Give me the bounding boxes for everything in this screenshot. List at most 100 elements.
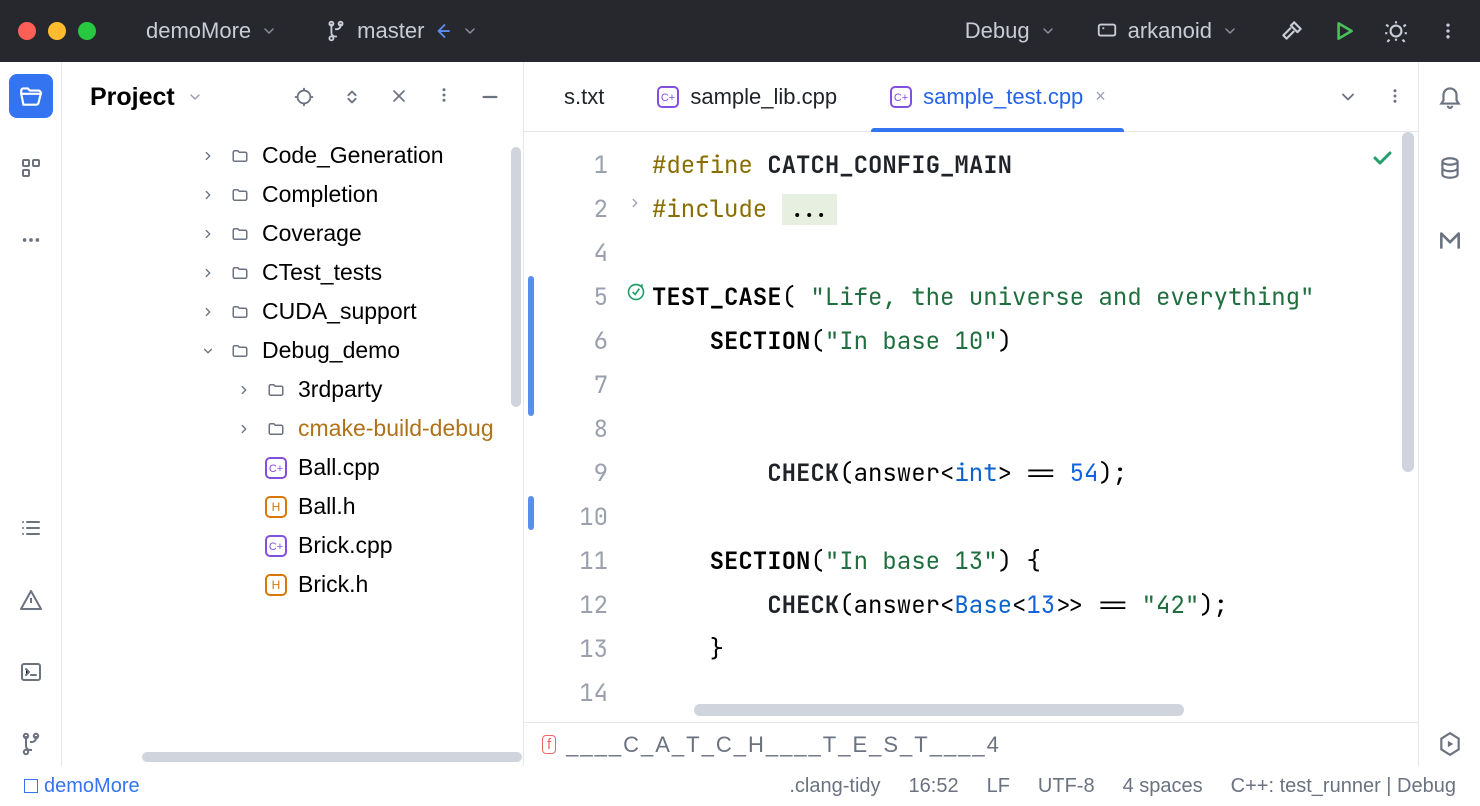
line-number[interactable]: 6 <box>524 320 608 364</box>
run-target-selector[interactable]: arkanoid <box>1086 12 1248 50</box>
file-icon <box>264 420 288 438</box>
tree-chevron[interactable] <box>198 305 218 319</box>
services-tool[interactable] <box>1428 722 1472 766</box>
tree-item[interactable]: cmake-build-debug <box>62 409 523 448</box>
cpp-icon: C+ <box>889 85 913 109</box>
more-button[interactable] <box>1434 17 1462 45</box>
more-tools[interactable] <box>9 218 53 262</box>
status-project[interactable]: demoMore <box>24 775 140 798</box>
panel-options[interactable] <box>435 86 453 108</box>
line-number[interactable]: 10 <box>524 496 608 540</box>
code-editor[interactable]: 124567891011121314 #define CATCH_CONFIG_… <box>524 132 1418 722</box>
chevron-down-icon[interactable] <box>187 89 203 105</box>
tab-options[interactable] <box>1386 87 1404 107</box>
expand-collapse[interactable] <box>341 86 363 108</box>
line-number[interactable]: 13 <box>524 628 608 672</box>
status-line-sep[interactable]: LF <box>987 775 1010 798</box>
scrollbar-vertical[interactable] <box>511 147 521 407</box>
tree-chevron[interactable] <box>234 383 254 397</box>
project-tree[interactable]: Code_Generation Completion Coverage CTes… <box>62 132 523 644</box>
makefile-tool[interactable] <box>1428 218 1472 262</box>
code-content[interactable]: #define CATCH_CONFIG_MAIN #include ... T… <box>652 132 1418 722</box>
line-number[interactable]: 8 <box>524 408 608 452</box>
close-window[interactable] <box>18 22 36 40</box>
tree-label: Ball.h <box>298 493 356 520</box>
tree-chevron[interactable] <box>234 422 254 436</box>
tree-chevron[interactable] <box>198 344 218 358</box>
change-marker[interactable] <box>528 496 534 530</box>
maximize-window[interactable] <box>78 22 96 40</box>
project-selector[interactable]: demoMore <box>136 12 287 50</box>
gutter[interactable]: 124567891011121314 <box>524 132 652 722</box>
status-caret-pos[interactable]: 16:52 <box>909 775 959 798</box>
tree-chevron[interactable] <box>198 266 218 280</box>
tree-item[interactable]: CTest_tests <box>62 253 523 292</box>
line-number[interactable]: 7 <box>524 364 608 408</box>
editor-scrollbar-vertical[interactable] <box>1402 132 1414 472</box>
breadcrumb[interactable]: f ____C_A_T_C_H____T_E_S_T____4 <box>524 722 1418 766</box>
status-context[interactable]: C++: test_runner | Debug <box>1231 775 1456 798</box>
editor-tab[interactable]: s.txt <box>538 62 630 131</box>
square-icon <box>24 779 38 793</box>
tree-item[interactable]: C+ Ball.cpp <box>62 448 523 487</box>
line-number[interactable]: 12 <box>524 584 608 628</box>
database-tool[interactable] <box>1428 146 1472 190</box>
tree-item[interactable]: H Ball.h <box>62 487 523 526</box>
fold-toggle[interactable] <box>628 196 642 210</box>
run-button[interactable] <box>1330 17 1358 45</box>
select-opened-file[interactable] <box>293 86 315 108</box>
debug-button[interactable] <box>1382 17 1410 45</box>
todo-tool[interactable] <box>9 506 53 550</box>
tree-item[interactable]: C+ Brick.cpp <box>62 526 523 565</box>
notifications-tool[interactable] <box>1428 74 1472 118</box>
line-number[interactable]: 1 <box>524 144 608 188</box>
tree-chevron[interactable] <box>198 149 218 163</box>
line-number[interactable]: 5 <box>524 276 608 320</box>
line-number[interactable]: 9 <box>524 452 608 496</box>
status-indent[interactable]: 4 spaces <box>1123 775 1203 798</box>
tree-item[interactable]: Debug_demo <box>62 331 523 370</box>
project-tool[interactable] <box>9 74 53 118</box>
editor-tab[interactable]: C+ sample_test.cpp × <box>863 62 1132 131</box>
scrollbar-horizontal[interactable] <box>142 752 522 762</box>
tree-item[interactable]: H Brick.h <box>62 565 523 604</box>
build-button[interactable] <box>1278 17 1306 45</box>
chevron-down-icon <box>1222 23 1238 39</box>
tree-item[interactable]: Code_Generation <box>62 136 523 175</box>
close-tab[interactable]: × <box>1095 86 1106 107</box>
tree-item[interactable]: CUDA_support <box>62 292 523 331</box>
line-number[interactable]: 14 <box>524 672 608 716</box>
status-clang-tidy[interactable]: .clang-tidy <box>789 775 880 798</box>
line-number[interactable]: 2 <box>524 188 608 232</box>
minimize-window[interactable] <box>48 22 66 40</box>
line-number[interactable]: 4 <box>524 232 608 276</box>
status-encoding[interactable]: UTF-8 <box>1038 775 1095 798</box>
project-panel: Project Code_Generation Completion Cover… <box>62 62 524 766</box>
tab-label: sample_test.cpp <box>923 84 1083 110</box>
line-number[interactable]: 11 <box>524 540 608 584</box>
run-config-selector[interactable]: Debug <box>955 12 1066 50</box>
inspection-ok-icon[interactable] <box>1370 146 1394 170</box>
tree-chevron[interactable] <box>198 188 218 202</box>
tree-chevron[interactable] <box>198 227 218 241</box>
tab-list-dropdown[interactable] <box>1338 87 1358 107</box>
vcs-tool[interactable] <box>9 722 53 766</box>
editor-scrollbar-horizontal[interactable] <box>694 704 1184 716</box>
editor-tab[interactable]: C+sample_lib.cpp <box>630 62 863 131</box>
titlebar: demoMore master Debug arkanoid <box>0 0 1480 62</box>
hide-panel[interactable] <box>479 86 501 108</box>
tree-item[interactable]: 3rdparty <box>62 370 523 409</box>
run-target-label: arkanoid <box>1128 18 1212 44</box>
close-panel[interactable] <box>389 86 409 108</box>
change-marker[interactable] <box>528 276 534 416</box>
svg-text:C+: C+ <box>269 541 283 553</box>
tab-label: sample_lib.cpp <box>690 84 837 110</box>
problems-tool[interactable] <box>9 578 53 622</box>
tree-item[interactable]: Completion <box>62 175 523 214</box>
vcs-branch[interactable]: master <box>315 12 488 50</box>
structure-tool[interactable] <box>9 146 53 190</box>
tree-item[interactable]: Coverage <box>62 214 523 253</box>
run-gutter-icon[interactable] <box>626 282 646 302</box>
terminal-tool[interactable] <box>9 650 53 694</box>
svg-text:C+: C+ <box>894 92 908 104</box>
